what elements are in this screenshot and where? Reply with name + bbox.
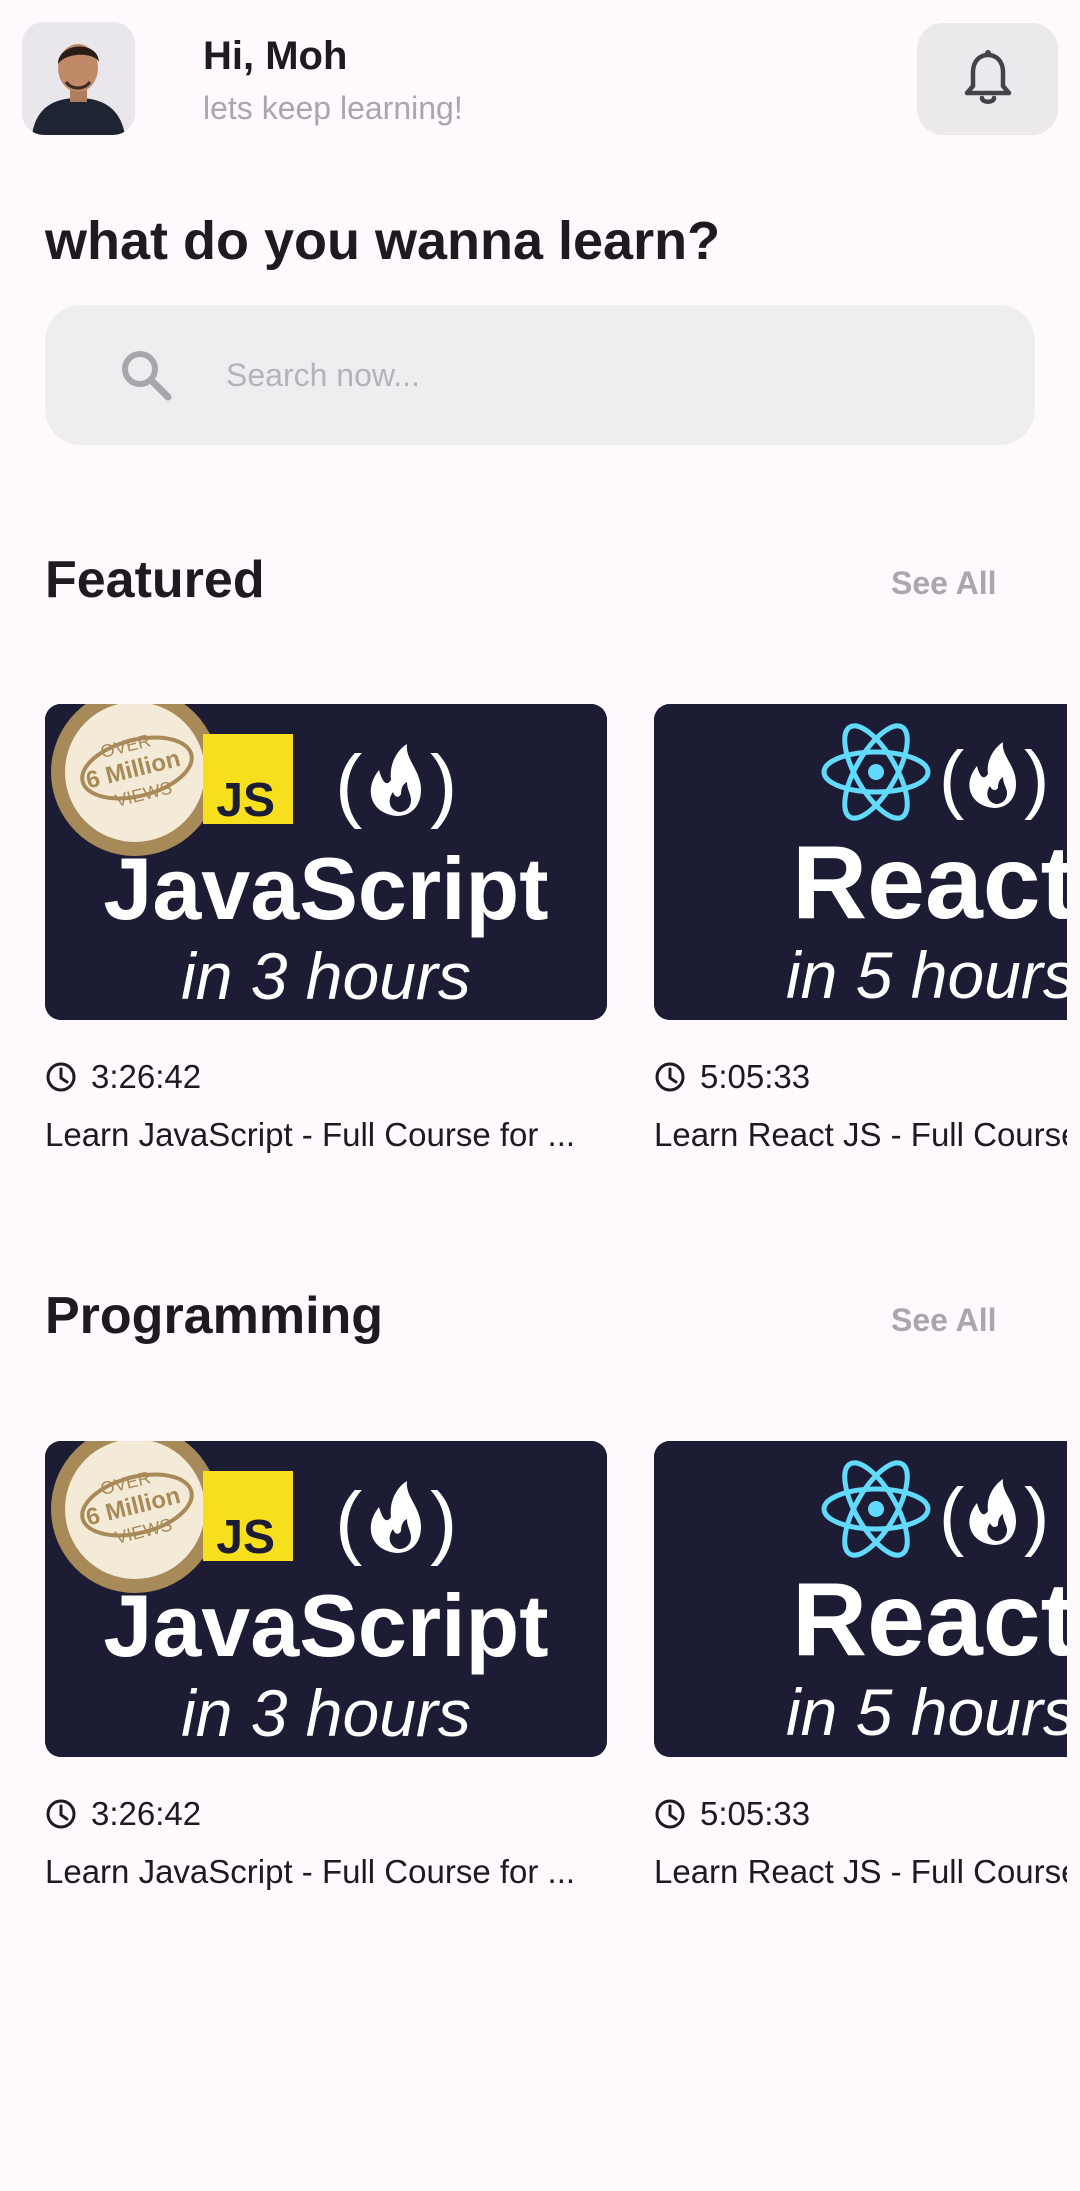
duration-text: 5:05:33 [700,1795,811,1832]
see-all-featured-button[interactable]: See All [891,565,997,602]
thumb-headline: JavaScript [103,1576,548,1675]
course-title[interactable]: Learn JavaScript - Full Course for ... [45,1116,607,1154]
course-duration: 5:05:33 [654,1795,810,1833]
greeting-subtitle: lets keep learning! [203,90,463,126]
svg-text:): ) [430,739,457,830]
search-bar[interactable]: Search now... [45,305,1035,445]
duration-text: 3:26:42 [91,1058,202,1095]
course-duration: 5:05:33 [654,1058,810,1096]
clock-icon [46,1799,76,1829]
section-title-featured: Featured [45,551,265,609]
course-duration: 3:26:42 [45,1058,201,1096]
svg-text:(: ( [335,739,362,830]
duration-text: 5:05:33 [700,1058,811,1095]
course-thumbnail-react[interactable]: ( ) React in 5 hours [654,1441,1067,1757]
thumb-headline: JavaScript [103,839,548,938]
thumb-subline: in 3 hours [181,939,471,1013]
course-thumbnail-javascript[interactable]: OVER 6 Million VIEWS JS ( ) JavaScript i… [45,704,607,1020]
thumb-subline: in 5 hours [786,938,1067,1012]
svg-text:): ) [1024,1473,1049,1558]
svg-text:): ) [430,1476,457,1567]
search-icon [122,351,172,401]
svg-text:JS: JS [216,774,275,827]
svg-text:JS: JS [216,1511,275,1564]
thumb-headline: React [792,1562,1067,1678]
section-title-programming: Programming [45,1287,384,1345]
js-logo: JS [203,1471,293,1564]
js-logo: JS [203,734,293,827]
notifications-button[interactable] [917,23,1058,135]
clock-icon [655,1062,685,1092]
course-thumbnail-react[interactable]: ( ) React in 5 hours [654,704,1067,1020]
course-title[interactable]: Learn React JS - Full Course for Beginne… [654,1116,1067,1154]
course-title[interactable]: Learn React JS - Full Course for Beginne… [654,1853,1067,1891]
learn-prompt: what do you wanna learn? [45,211,721,271]
clock-icon [655,1799,685,1829]
clock-icon [46,1062,76,1092]
see-all-programming-button[interactable]: See All [891,1302,997,1339]
thumb-subline: in 3 hours [181,1676,471,1750]
course-title[interactable]: Learn JavaScript - Full Course for ... [45,1853,607,1891]
duration-text: 3:26:42 [91,1795,202,1832]
svg-text:(: ( [939,736,964,821]
thumb-headline: React [792,825,1067,941]
svg-text:): ) [1024,736,1049,821]
svg-text:(: ( [939,1473,964,1558]
greeting: Hi, Moh [203,34,348,78]
thumb-subline: in 5 hours [786,1675,1067,1749]
avatar-portrait [22,22,135,135]
svg-text:(: ( [335,1476,362,1567]
course-duration: 3:26:42 [45,1795,201,1833]
course-thumbnail-javascript[interactable]: OVER 6 Million VIEWS JS ( ) JavaScript i… [45,1441,607,1757]
search-input[interactable]: Search now... [226,357,420,394]
bell-icon [964,50,1011,104]
avatar[interactable] [22,22,135,135]
